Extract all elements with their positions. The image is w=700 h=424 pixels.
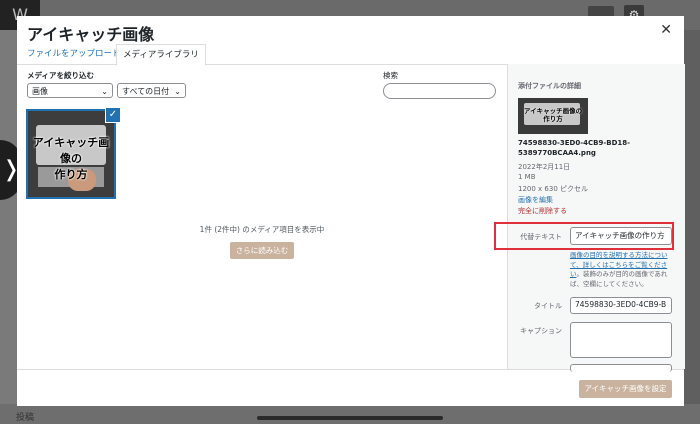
chevron-down-icon: ⌄ [174, 87, 181, 96]
thumbnail-caption: アイキャッチ画像の 作り方 [28, 135, 114, 183]
modal-tabs: ファイルをアップロード メディアライブラリ [17, 44, 684, 66]
alt-text-label: 代替テキスト [520, 233, 562, 241]
caption-input[interactable] [570, 322, 672, 358]
checkmark-icon[interactable]: ✓ [105, 107, 121, 123]
close-icon[interactable]: ✕ [660, 22, 672, 38]
bottom-label: 投稿 [16, 413, 35, 423]
alt-text-help: 画像の目的を説明する方法について、詳しくはこちらをご覧ください。装飾のみが目的の… [570, 251, 676, 289]
file-size: 1 MB [518, 173, 536, 181]
tab-upload[interactable]: ファイルをアップロード [21, 44, 127, 64]
editor-bottom-bar: 投稿 [0, 404, 700, 424]
dimensions: 1200 x 630 ピクセル [518, 185, 588, 193]
alt-text-help-text: 。装飾のみが目的の画像であれば、空欄にしてください。 [570, 270, 668, 288]
file-name: 74598830-3ED0-4CB9-BD18- 5389770BCAA4.pn… [518, 138, 678, 158]
set-featured-image-button[interactable]: アイキャッチ画像を設定 [579, 380, 672, 398]
details-thumb-text: アイキャッチ画像の 作り方 [518, 107, 588, 123]
delete-permanently-link[interactable]: 完全に削除する [518, 206, 567, 216]
alt-text-input[interactable]: アイキャッチ画像の作り方 [570, 227, 672, 245]
media-type-value: 画像 [32, 87, 48, 96]
editor-canvas-left [0, 30, 17, 424]
title-input[interactable]: 74598830-3ED0-4CB9-B [570, 297, 672, 314]
caption-label: キャプション [520, 327, 562, 335]
media-count: 1件 (2件中) のメディア項目を表示中 [199, 225, 325, 234]
details-thumbnail: アイキャッチ画像の 作り方 [518, 98, 588, 134]
description-input[interactable] [570, 364, 672, 372]
search-label: 検索 [383, 71, 398, 80]
details-title: 添付ファイルの詳細 [518, 82, 581, 90]
date-select[interactable]: すべての日付 ⌄ [117, 83, 186, 98]
filter-label: メディアを絞り込む [27, 71, 94, 80]
search-input[interactable] [383, 83, 496, 99]
file-name-line-2: 5389770BCAA4.png [518, 149, 596, 157]
thumbnail-line-1: アイキャッチ画像の [32, 136, 110, 165]
chevron-down-icon: ⌄ [101, 87, 108, 96]
upload-date: 2022年2月11日 [518, 163, 571, 171]
file-name-line-1: 74598830-3ED0-4CB9-BD18- [518, 139, 631, 147]
details-thumb-line-2: 作り方 [543, 115, 563, 123]
modal-title: アイキャッチ画像 [27, 25, 155, 44]
tab-media-library[interactable]: メディアライブラリ [116, 44, 206, 66]
attachment-item[interactable]: アイキャッチ画像の 作り方 [26, 109, 116, 199]
details-thumb-line-1: アイキャッチ画像の [523, 107, 583, 115]
edit-image-link[interactable]: 画像を編集 [518, 195, 553, 205]
thumbnail-line-2: 作り方 [54, 168, 88, 181]
home-indicator [257, 416, 443, 420]
media-type-select[interactable]: 画像 ⌄ [27, 83, 113, 98]
modal-footer: アイキャッチ画像を設定 [17, 369, 684, 406]
date-value: すべての日付 [122, 87, 170, 96]
load-more-button[interactable]: さらに読み込む [230, 242, 294, 259]
title-label: タイトル [534, 302, 562, 310]
